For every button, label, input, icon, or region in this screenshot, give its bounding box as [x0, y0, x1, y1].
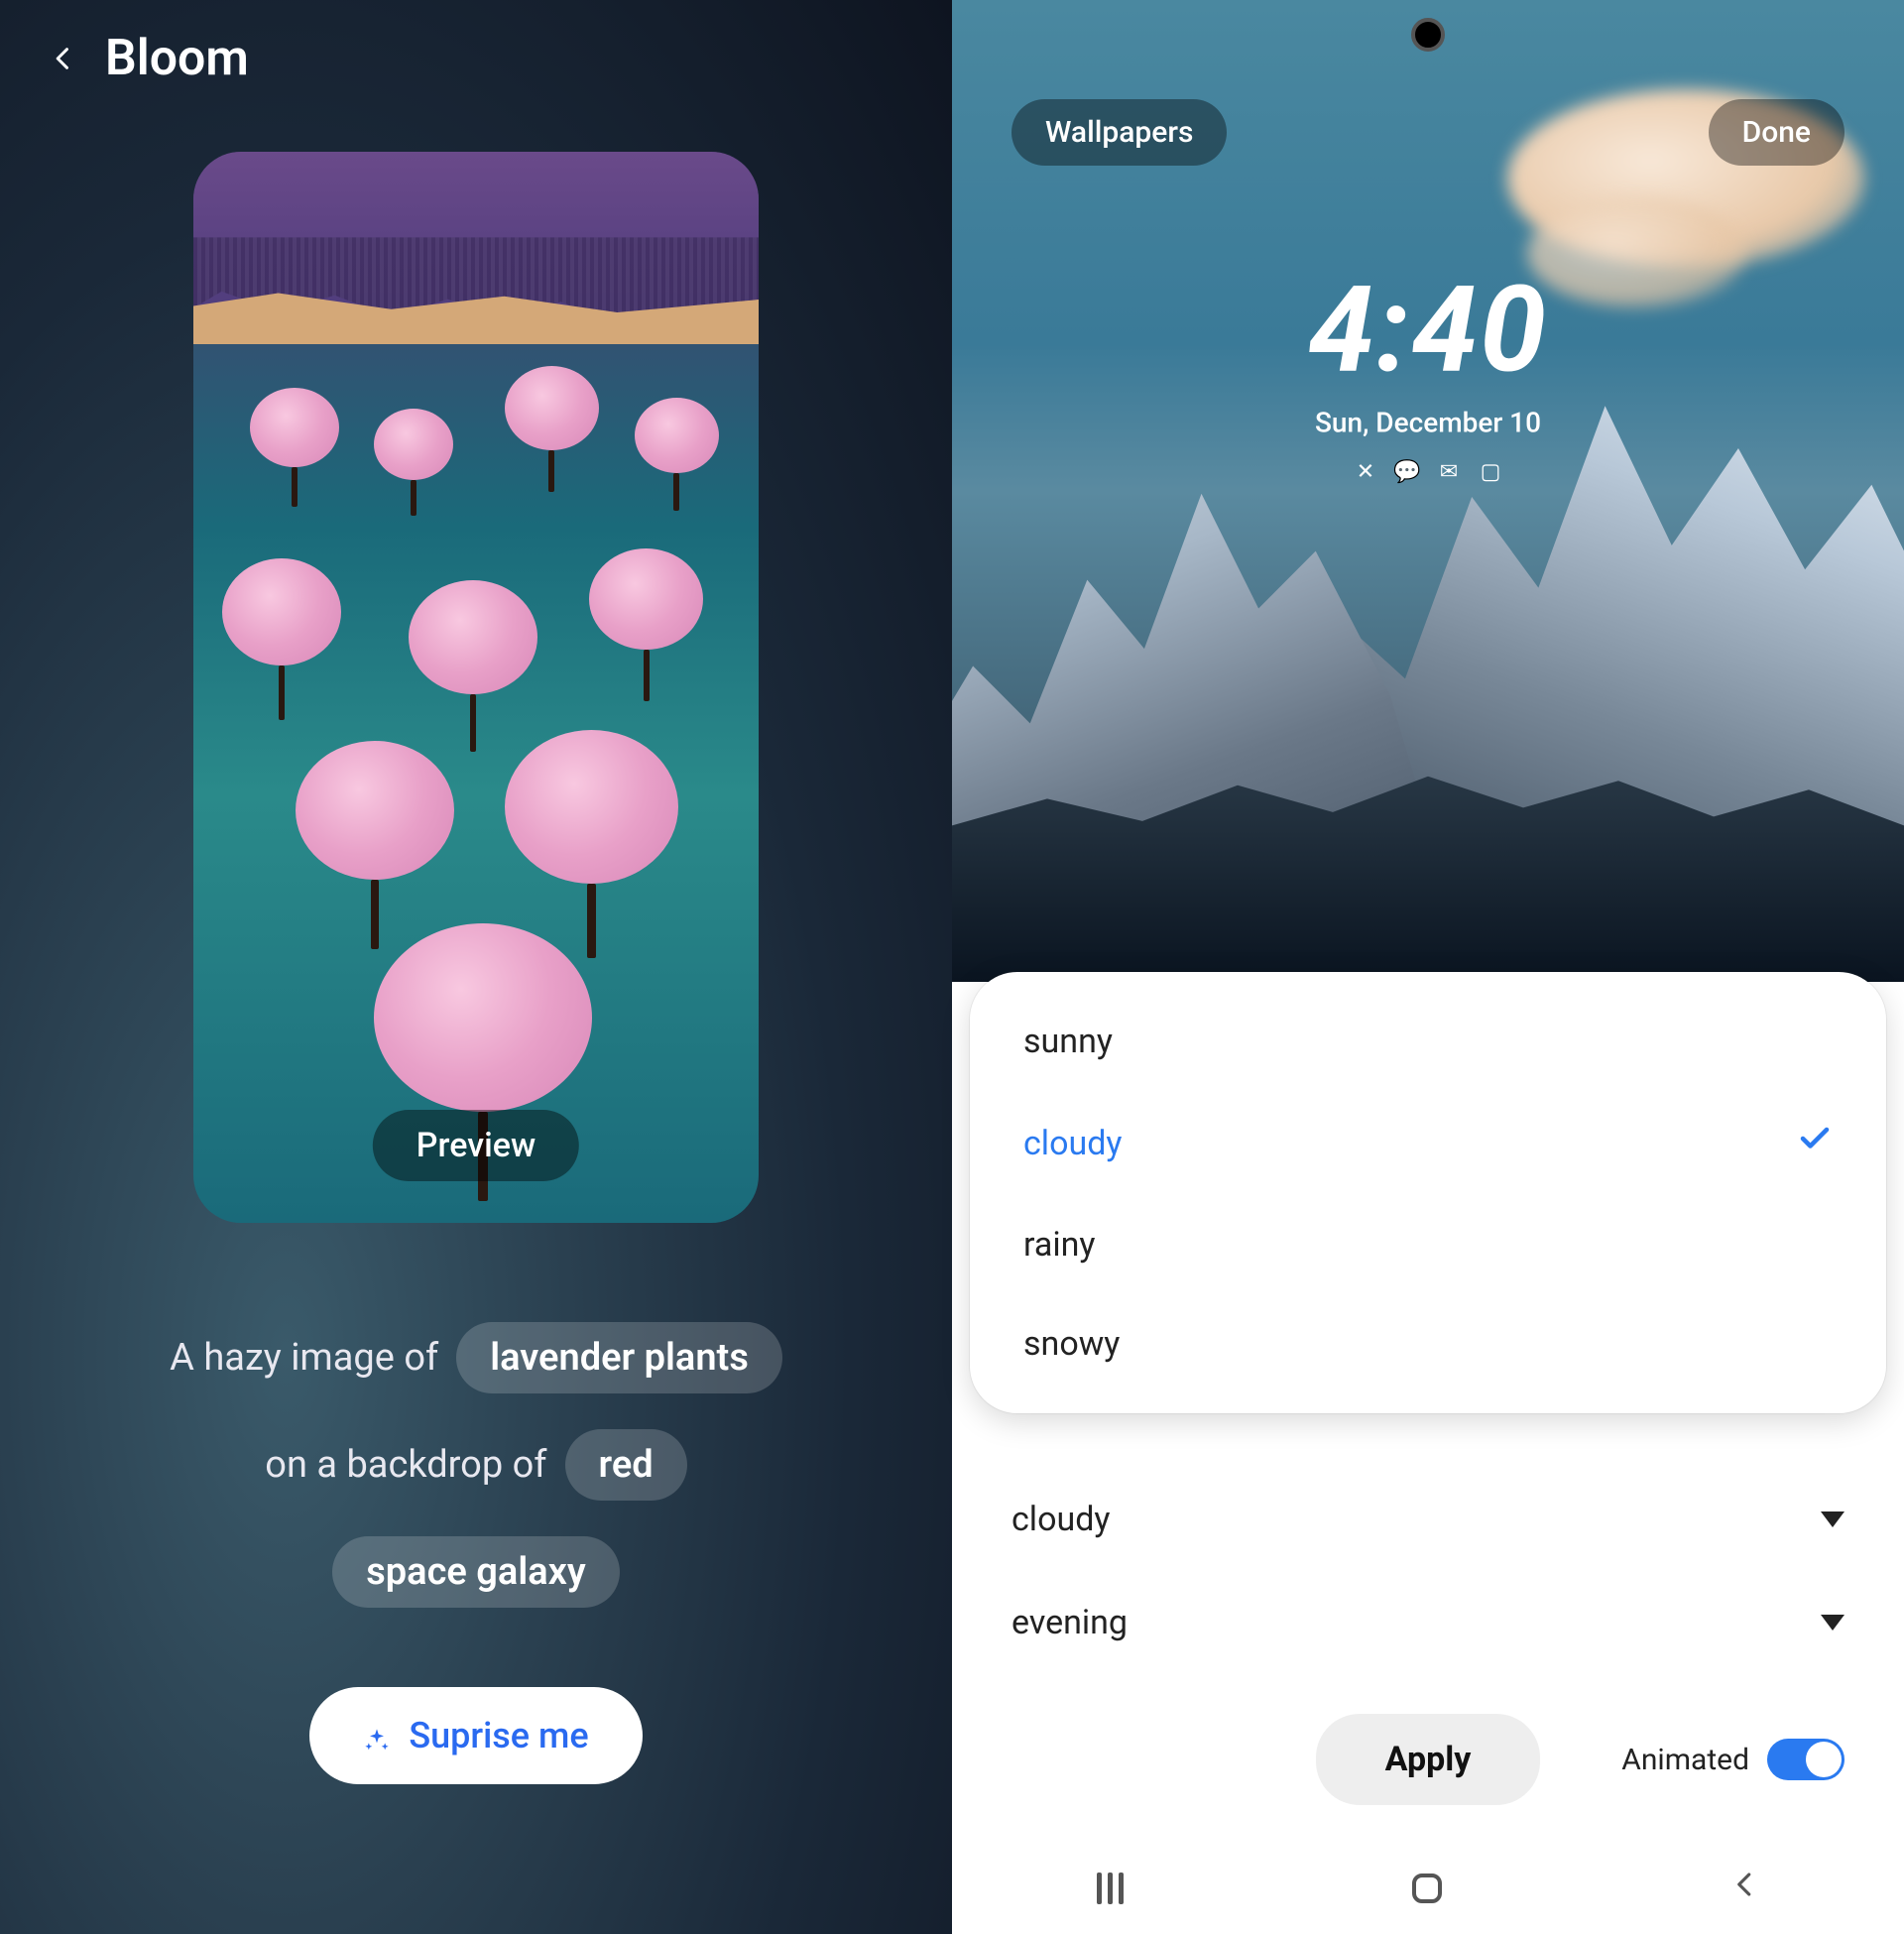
- wallpapers-button[interactable]: Wallpapers: [1012, 99, 1227, 166]
- preview-button[interactable]: Preview: [373, 1110, 579, 1181]
- android-nav-bar: [952, 1835, 1904, 1918]
- wallpaper-preview[interactable]: Preview: [193, 152, 759, 1223]
- done-button[interactable]: Done: [1709, 99, 1844, 166]
- lockscreen-preview: Wallpapers Done 4:40 Sun, December 10 ✕ …: [952, 0, 1904, 982]
- prompt-text: on a backdrop of: [265, 1443, 546, 1487]
- notification-icons: ✕ 💬 ✉ ▢: [1308, 459, 1548, 485]
- option-rainy[interactable]: rainy: [970, 1195, 1886, 1294]
- animated-label: Animated: [1621, 1743, 1749, 1777]
- time-of-day-select[interactable]: evening: [952, 1571, 1904, 1674]
- nav-recents-icon[interactable]: [1097, 1873, 1124, 1904]
- chevron-down-icon: [1821, 1615, 1844, 1631]
- apply-button[interactable]: Apply: [1316, 1714, 1541, 1805]
- chevron-down-icon: [1821, 1511, 1844, 1527]
- page-title: Bloom: [105, 30, 249, 87]
- chip-subject[interactable]: lavender plants: [456, 1322, 782, 1393]
- option-sunny[interactable]: sunny: [970, 992, 1886, 1091]
- check-icon: [1797, 1121, 1833, 1165]
- chip-background[interactable]: space galaxy: [332, 1536, 619, 1608]
- prompt-text: A hazy image of: [170, 1336, 438, 1380]
- nav-home-icon[interactable]: [1412, 1874, 1442, 1903]
- lockscreen-editor: Wallpapers Done 4:40 Sun, December 10 ✕ …: [952, 0, 1904, 1934]
- prompt-block: A hazy image of lavender plants on a bac…: [170, 1322, 782, 1608]
- chat-icon: 💬: [1394, 459, 1420, 485]
- bottom-bar: Apply Animated: [952, 1674, 1904, 1835]
- animated-toggle-wrap: Animated: [1621, 1739, 1844, 1780]
- notif-icon: ✕: [1353, 459, 1378, 485]
- app-icon: ▢: [1478, 459, 1503, 485]
- camera-notch: [1411, 18, 1445, 52]
- back-icon[interactable]: [50, 45, 77, 72]
- clock-date: Sun, December 10: [1308, 407, 1548, 439]
- cloud-graphic: [1527, 198, 1745, 307]
- nav-back-icon[interactable]: [1730, 1869, 1760, 1908]
- header: Bloom: [0, 0, 952, 107]
- option-snowy[interactable]: snowy: [970, 1294, 1886, 1393]
- prompt-line-1: A hazy image of lavender plants: [170, 1322, 782, 1393]
- clock-time: 4:40: [1308, 262, 1548, 401]
- sparkle-icon: [363, 1722, 391, 1750]
- weather-dropdown-popup: sunny cloudy rainy snowy: [970, 972, 1886, 1413]
- surprise-label: Suprise me: [409, 1715, 588, 1756]
- lock-clock[interactable]: 4:40 Sun, December 10 ✕ 💬 ✉ ▢: [1308, 262, 1548, 485]
- weather-select[interactable]: cloudy: [952, 1468, 1904, 1571]
- options-sheet: sunny cloudy rainy snowy cloudy evening: [952, 982, 1904, 1934]
- prompt-line-3: space galaxy: [332, 1536, 619, 1608]
- mail-icon: ✉: [1436, 459, 1462, 485]
- lock-topbar: Wallpapers Done: [1012, 99, 1844, 166]
- surprise-me-button[interactable]: Suprise me: [309, 1687, 642, 1784]
- chip-color[interactable]: red: [565, 1429, 687, 1501]
- option-cloudy[interactable]: cloudy: [970, 1091, 1886, 1195]
- bloom-wallpaper-screen: Bloom Preview A hazy image of lavender p…: [0, 0, 952, 1934]
- prompt-line-2: on a backdrop of red: [265, 1429, 686, 1501]
- animated-toggle[interactable]: [1767, 1739, 1844, 1780]
